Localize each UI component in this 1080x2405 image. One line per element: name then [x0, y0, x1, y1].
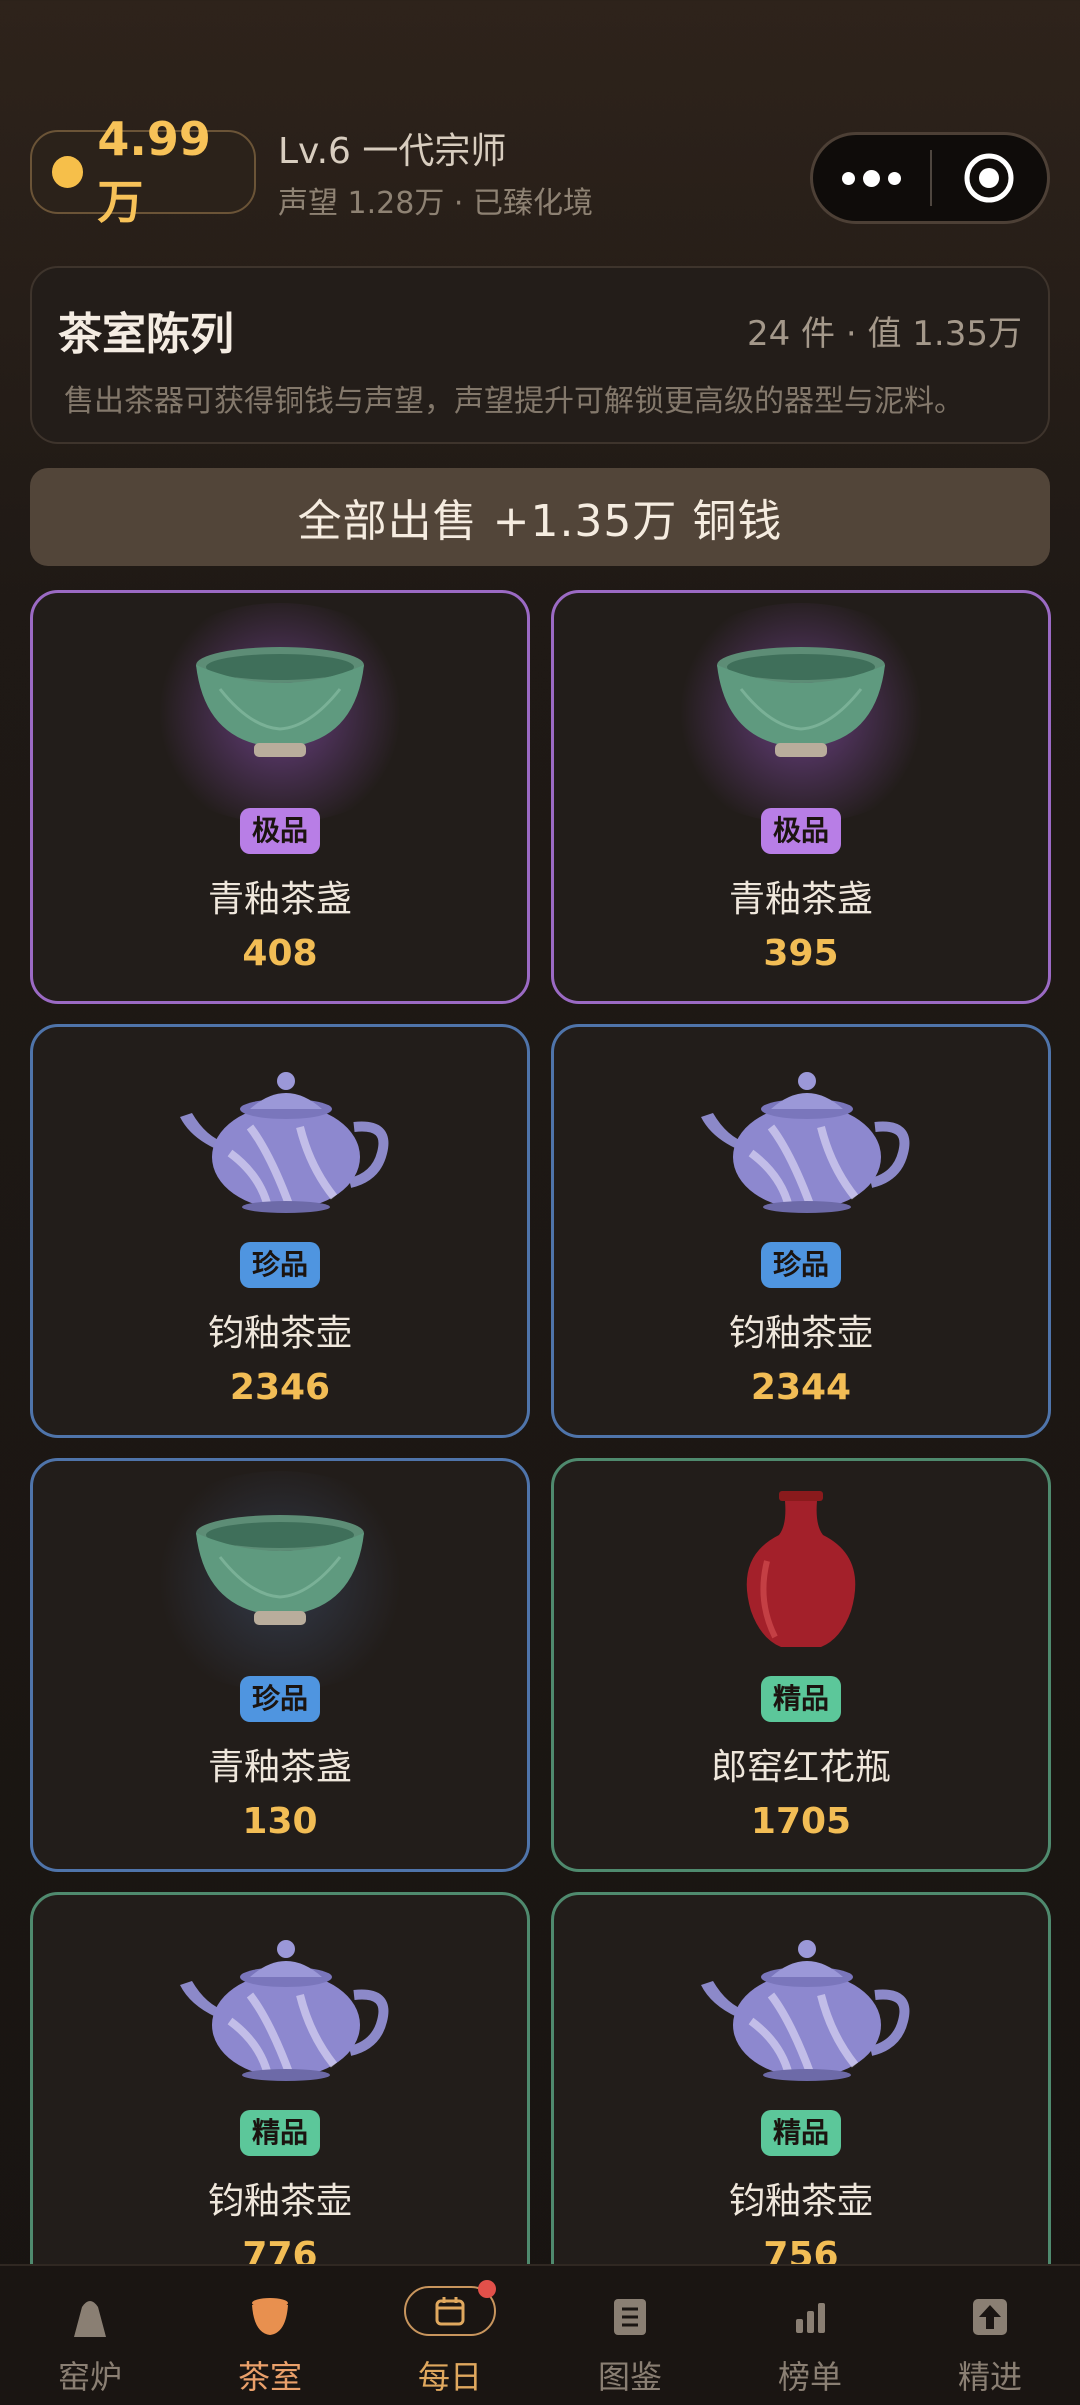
item-card[interactable]: 精品 钧釉茶壶 776	[30, 1892, 530, 2306]
item-name: 青釉茶盏	[728, 879, 873, 920]
tab-label: 精进	[957, 2358, 1022, 2396]
book-icon	[600, 2292, 660, 2342]
cup-icon	[240, 2292, 300, 2342]
item-name: 钧釉茶壶	[728, 1313, 873, 1354]
coin-amount: 4.99万	[97, 112, 211, 229]
item-name: 青釉茶盏	[207, 1747, 352, 1788]
tab-cup[interactable]: 茶室	[180, 2266, 360, 2405]
grade-badge: 精品	[760, 2110, 842, 2156]
tab-label: 图鉴	[597, 2358, 662, 2396]
kiln-icon	[60, 2292, 120, 2342]
more-icon[interactable]	[813, 169, 930, 187]
display-info-panel: 茶室陈列 24 件 · 值 1.35万 售出茶器可获得铜钱与声望，声望提升可解锁…	[30, 266, 1050, 444]
grade-badge: 精品	[760, 1676, 842, 1722]
item-card[interactable]: 极品青釉茶盏 395	[551, 590, 1051, 1004]
grade-badge: 珍品	[760, 1242, 842, 1288]
panel-title: 茶室陈列	[58, 309, 234, 360]
vase-icon	[671, 1491, 931, 1651]
teapot-icon	[671, 1925, 931, 2085]
level-info: Lv.6 一代宗师 声望 1.28万 · 已臻化境	[278, 130, 593, 226]
tab-upgrade[interactable]: 精进	[900, 2266, 1080, 2405]
item-card[interactable]: 极品青釉茶盏 408	[30, 590, 530, 1004]
tab-label: 每日	[417, 2358, 482, 2396]
item-price: 395	[763, 933, 839, 974]
panel-stats: 24 件 · 值 1.35万	[746, 314, 1022, 354]
item-price: 2344	[750, 1367, 852, 1408]
tab-label: 榜单	[777, 2358, 842, 2396]
item-price: 1705	[750, 1801, 852, 1842]
item-name: 钧釉茶壶	[728, 2181, 873, 2222]
coin-icon	[52, 156, 84, 188]
item-name: 郎窑红花瓶	[710, 1747, 891, 1788]
item-card[interactable]: 精品 钧釉茶壶 756	[551, 1892, 1051, 2306]
item-price: 408	[242, 933, 318, 974]
grade-badge: 珍品	[239, 1676, 321, 1722]
item-card[interactable]: 珍品钧釉茶壶 2346	[30, 1024, 530, 1438]
level-title: Lv.6 一代宗师	[278, 131, 507, 172]
grade-badge: 珍品	[239, 1242, 321, 1288]
item-name: 钧釉茶壶	[207, 2181, 352, 2222]
bottom-nav: 窑炉 茶室 每日 图鉴 榜单 精进	[0, 2264, 1080, 2405]
item-price: 130	[242, 1801, 318, 1842]
tab-calendar[interactable]: 每日	[360, 2266, 540, 2405]
bowl-icon	[671, 623, 931, 783]
panel-description: 售出茶器可获得铜钱与声望，声望提升可解锁更高级的器型与泥料。	[64, 384, 964, 419]
teapot-icon	[150, 1925, 410, 2085]
item-name: 钧釉茶壶	[207, 1313, 352, 1354]
teapot-icon	[671, 1057, 931, 1217]
item-card[interactable]: 珍品钧釉茶壶 2344	[551, 1024, 1051, 1438]
item-price: 2346	[229, 1367, 331, 1408]
bowl-icon	[150, 1491, 410, 1651]
notification-dot	[478, 2280, 496, 2298]
item-name: 青釉茶盏	[207, 879, 352, 920]
tab-label: 窑炉	[57, 2358, 122, 2396]
sell-all-button[interactable]: 全部出售 +1.35万 铜钱	[30, 468, 1050, 566]
close-target-icon[interactable]	[932, 150, 1047, 206]
item-card[interactable]: 精品郎窑红花瓶 1705	[551, 1458, 1051, 1872]
tab-kiln[interactable]: 窑炉	[0, 2266, 180, 2405]
top-bar: 4.99万 Lv.6 一代宗师 声望 1.28万 · 已臻化境	[30, 112, 1050, 230]
tab-label: 茶室	[237, 2358, 302, 2396]
grade-badge: 精品	[239, 2110, 321, 2156]
level-subtitle: 声望 1.28万 · 已臻化境	[278, 186, 593, 221]
tab-ranking[interactable]: 榜单	[720, 2266, 900, 2405]
coin-balance[interactable]: 4.99万	[30, 112, 256, 229]
tab-book[interactable]: 图鉴	[540, 2266, 720, 2405]
miniprogram-capsule	[810, 132, 1050, 224]
bowl-icon	[150, 623, 410, 783]
item-card[interactable]: 珍品青釉茶盏 130	[30, 1458, 530, 1872]
ranking-icon	[780, 2292, 840, 2342]
grade-badge: 极品	[760, 808, 842, 854]
upgrade-icon	[960, 2292, 1020, 2342]
teapot-icon	[150, 1057, 410, 1217]
grade-badge: 极品	[239, 808, 321, 854]
